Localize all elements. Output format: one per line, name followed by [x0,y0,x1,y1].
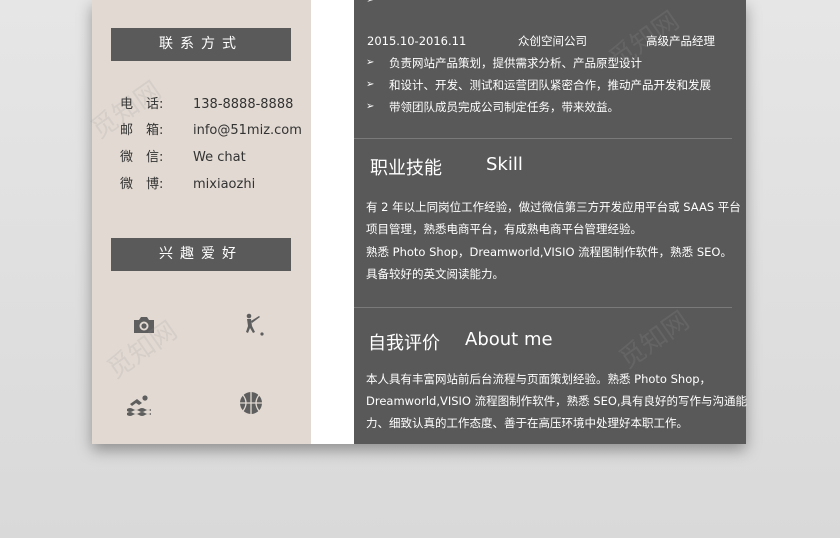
skills-line: 项目管理，熟悉电商平台，有成熟电商平台管理经验。 [366,222,642,236]
about-line: Dreamworld,VISIO 流程图制作软件，熟悉 SEO,具有良好的写作与… [366,394,748,408]
experience-bullet: 负责网站产品策划，提供需求分析、产品原型设计 [389,56,642,70]
about-title-en: About me [465,329,553,350]
experience-bullet: 和设计、开发、测试和运营团队紧密合作，推动产品开发和发展 [389,78,711,92]
bullet-arrow-icon: ➢ [366,57,375,68]
contact-phone: 电 话: 138-8888-8888 [120,95,293,115]
contact-weibo-label: 微 博: [120,177,164,192]
skills-title-cn: 职业技能 [370,158,442,179]
experience-company: 众创空间公司 [518,34,587,48]
camera-icon [134,317,154,333]
about-line: 本人具有丰富网站前后台流程与页面策划经验。熟悉 Photo Shop， [366,372,712,386]
contact-email-value: info@51miz.com [193,123,302,138]
contact-wechat-value: We chat [193,150,246,165]
section-divider [354,138,732,139]
sidebar: 联系方式 电 话: 138-8888-8888 邮 箱: info@51miz.co… [86,0,311,444]
bullet-arrow-icon: ➢ [366,101,375,112]
contact-weibo: 微 博: mixiaozhi [120,175,255,195]
about-title-cn: 自我评价 [368,333,440,354]
skills-line: 熟悉 Photo Shop，Dreamworld,VISIO 流程图制作软件，熟… [366,245,732,259]
contact-phone-value: 138-8888-8888 [193,97,294,112]
contact-phone-label: 电 话: [120,97,164,112]
contact-wechat: 微 信: We chat [120,148,246,168]
basketball-icon [240,392,262,414]
contact-email-label: 邮 箱: [120,123,164,138]
contact-weibo-value: mixiaozhi [193,177,256,192]
experience-period: 2015.10-2016.11 [367,34,467,48]
experience-bullet-cutoff: ➢ [366,0,537,7]
column-gap [311,0,354,444]
skills-line: 有 2 年以上同岗位工作经验，做过微信第三方开发应用平台或 SAAS 平台 [366,200,741,214]
golf-icon [246,313,264,336]
main-panel: ➢ 2015.10-2016.11 众创空间公司 高级产品经理 ➢ 负责网站产品… [354,0,748,444]
swimming-icon [127,395,151,416]
watermark: 觅知网 [613,305,695,376]
about-line: 力、细致认真的工作态度、善于在高压环境中处理好本职工作。 [366,416,688,430]
contact-wechat-label: 微 信: [120,150,164,165]
contact-section-title: 联系方式 [111,28,291,61]
hobbies-section-title: 兴趣爱好 [111,238,291,271]
resume-sheet: 联系方式 电 话: 138-8888-8888 邮 箱: info@51miz.co… [86,0,748,444]
experience-position: 高级产品经理 [646,34,715,48]
section-divider [354,307,732,308]
experience-bullet: 带领团队成员完成公司制定任务，带来效益。 [389,100,619,114]
skills-line: 具备较好的英文阅读能力。 [366,267,504,281]
skills-title-en: Skill [486,154,523,175]
contact-email: 邮 箱: info@51miz.com [120,121,302,141]
bullet-arrow-icon: ➢ [366,79,375,90]
